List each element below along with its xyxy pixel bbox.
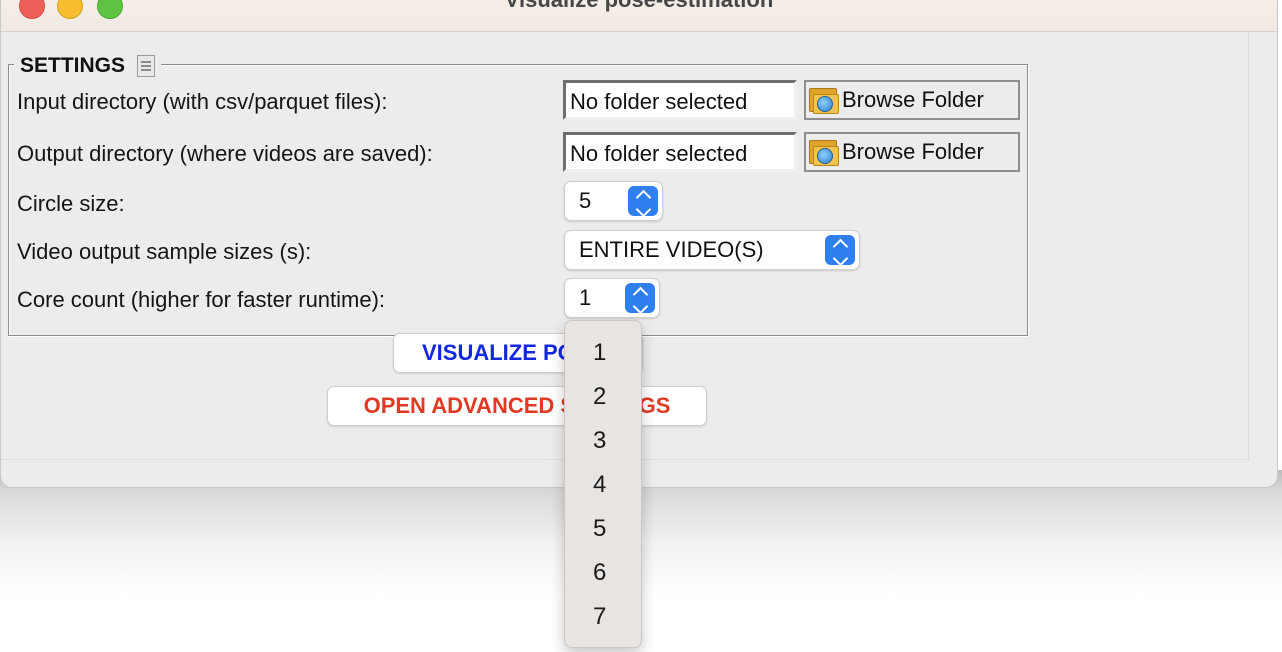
chevron-updown-icon: [825, 235, 855, 267]
dropdown-option[interactable]: 1: [565, 331, 641, 375]
core-count-select[interactable]: 1: [564, 278, 660, 318]
chevron-updown-icon: [625, 283, 655, 315]
settings-title: SETTINGS: [20, 54, 126, 77]
dropdown-option[interactable]: 2: [565, 375, 641, 419]
window-title: Visualize pose-estimation: [1, 0, 1277, 13]
dropdown-option[interactable]: 3: [565, 419, 641, 463]
circle-size-select[interactable]: 5: [564, 181, 663, 221]
input-dir-label: Input directory (with csv/parquet files)…: [17, 89, 388, 114]
open-advanced-settings-button[interactable]: OPEN ADVANCED SETTINGS: [327, 386, 707, 426]
output-dir-field[interactable]: No folder selected: [563, 132, 797, 172]
dropdown-option[interactable]: 4: [565, 463, 641, 507]
documentation-icon[interactable]: [137, 55, 156, 77]
circle-size-value: 5: [579, 188, 592, 213]
core-count-dropdown: 1 2 3 4 5 6 7: [564, 320, 642, 648]
core-count-value: 1: [579, 285, 592, 310]
output-browse-button[interactable]: Browse Folder: [804, 132, 1020, 172]
output-dir-label: Output directory (where videos are saved…: [17, 141, 433, 166]
title-bar: Visualize pose-estimation: [1, 0, 1277, 32]
scrollbar-track: [1248, 31, 1249, 461]
input-browse-label: Browse Folder: [842, 87, 984, 112]
settings-legend: SETTINGS: [14, 52, 162, 80]
input-dir-field[interactable]: No folder selected: [563, 80, 797, 120]
sample-size-value: ENTIRE VIDEO(S): [579, 237, 764, 262]
folder-icon: [808, 138, 840, 166]
sample-size-label: Video output sample sizes (s):: [17, 239, 312, 264]
sample-size-select[interactable]: ENTIRE VIDEO(S): [564, 230, 860, 270]
core-count-label: Core count (higher for faster runtime):: [17, 287, 386, 312]
dropdown-option[interactable]: 5: [565, 507, 641, 551]
chevron-updown-icon: [628, 186, 658, 218]
output-browse-label: Browse Folder: [842, 139, 984, 164]
folder-icon: [808, 86, 840, 114]
input-browse-button[interactable]: Browse Folder: [804, 80, 1020, 120]
dropdown-option[interactable]: 7: [565, 595, 641, 639]
dropdown-option[interactable]: 6: [565, 551, 641, 595]
circle-size-label: Circle size:: [17, 191, 125, 216]
